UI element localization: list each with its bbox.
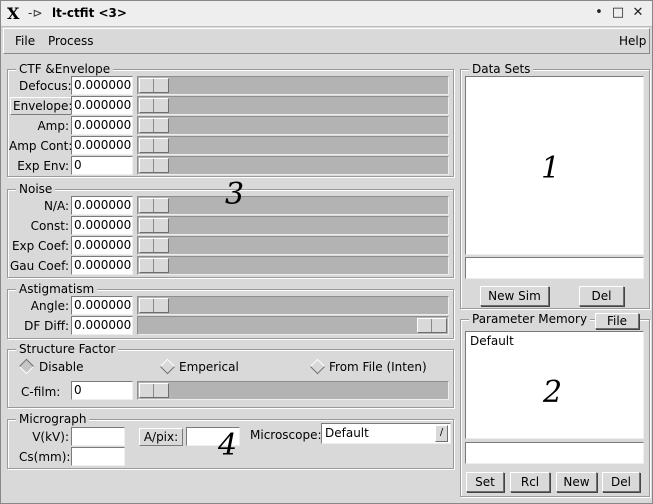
envelope-button[interactable]: Envelope: — [10, 97, 76, 115]
na-label: N/A: — [43, 199, 69, 213]
defocus-label: Defocus: — [19, 79, 72, 93]
microscope-value: Default — [325, 426, 369, 440]
menu-file[interactable]: File — [15, 34, 35, 48]
exp-coef-label: Exp Coef: — [11, 239, 69, 253]
x-app-icon[interactable]: X — [7, 4, 19, 23]
gau-coef-slider[interactable] — [137, 256, 449, 275]
amp-field[interactable]: 0.000000 — [71, 116, 133, 135]
memory-new-button[interactable]: New — [556, 472, 597, 492]
new-sim-button[interactable]: New Sim — [480, 286, 549, 306]
gau-coef-field[interactable]: 0.000000 — [71, 256, 133, 275]
slider-thumb[interactable] — [139, 98, 169, 113]
slider-thumb[interactable] — [139, 218, 169, 233]
close-icon[interactable]: ✕ — [630, 5, 646, 21]
app-window: X -⊳ lt-ctfit <3> • □ ✕ File Process Hel… — [0, 0, 653, 504]
parameter-memory-title: Parameter Memory — [469, 312, 591, 326]
slider-thumb[interactable] — [417, 318, 447, 333]
rcl-button[interactable]: Rcl — [510, 472, 550, 492]
defocus-field[interactable]: 0.000000 — [71, 76, 133, 95]
amp-slider[interactable] — [137, 116, 449, 135]
set-button[interactable]: Set — [466, 472, 504, 492]
microscope-combo[interactable]: Default / — [321, 423, 451, 444]
defocus-slider[interactable] — [137, 76, 449, 95]
slider-thumb[interactable] — [139, 298, 169, 313]
maximize-icon[interactable]: □ — [610, 5, 626, 21]
noise-group-title: Noise — [16, 182, 56, 196]
ctf-group-title: CTF &Envelope — [16, 62, 114, 76]
micrograph-group-title: Micrograph — [16, 412, 90, 426]
exp-coef-field[interactable]: 0.000000 — [71, 236, 133, 255]
na-field[interactable]: 0.000000 — [71, 196, 133, 215]
annotation-1: 1 — [541, 151, 561, 186]
menu-help[interactable]: Help — [619, 34, 646, 48]
menu-bar: File Process Help — [3, 28, 650, 54]
structure-group-title: Structure Factor — [16, 342, 119, 356]
df-diff-slider[interactable] — [137, 316, 449, 335]
data-sets-entry[interactable] — [465, 257, 644, 279]
cs-field[interactable] — [71, 447, 125, 466]
exp-env-label: Exp Env: — [17, 159, 69, 173]
amp-cont-label: Amp Cont: — [9, 139, 73, 153]
slider-thumb[interactable] — [139, 138, 169, 153]
data-sets-del-button[interactable]: Del — [579, 286, 624, 306]
parameter-memory-entry[interactable] — [465, 442, 644, 464]
annotation-3: 3 — [225, 177, 245, 212]
memory-file-button[interactable]: File — [595, 313, 639, 329]
exp-env-slider[interactable] — [137, 156, 449, 175]
slider-thumb[interactable] — [139, 78, 169, 93]
exp-env-field[interactable]: 0 — [71, 156, 133, 175]
data-sets-title: Data Sets — [469, 62, 534, 76]
apix-button[interactable]: A/pix: — [139, 428, 183, 446]
menu-process[interactable]: Process — [48, 34, 94, 48]
annotation-2: 2 — [543, 375, 563, 410]
kv-field[interactable] — [71, 427, 125, 446]
slider-thumb[interactable] — [139, 158, 169, 173]
title-bar[interactable]: X -⊳ lt-ctfit <3> • □ ✕ — [1, 1, 652, 27]
angle-slider[interactable] — [137, 296, 449, 315]
gau-coef-label: Gau Coef: — [9, 259, 69, 273]
amp-cont-slider[interactable] — [137, 136, 449, 155]
kv-label: V(kV): — [32, 430, 69, 444]
amp-label: Amp: — [37, 119, 69, 133]
slider-thumb[interactable] — [139, 198, 169, 213]
cfilm-label: C-film: — [21, 385, 61, 399]
annotation-4: 4 — [218, 428, 238, 463]
slider-thumb[interactable] — [139, 118, 169, 133]
memory-del-button[interactable]: Del — [602, 472, 640, 492]
angle-label: Angle: — [30, 299, 69, 313]
na-slider[interactable] — [137, 196, 449, 215]
const-field[interactable]: 0.000000 — [71, 216, 133, 235]
from-file-radio-label[interactable]: From File (Inten) — [329, 360, 427, 374]
astig-group-title: Astigmatism — [16, 282, 98, 296]
exp-coef-slider[interactable] — [137, 236, 449, 255]
window-title: lt-ctfit <3> — [52, 6, 127, 20]
disable-radio-label[interactable]: Disable — [39, 360, 84, 374]
combo-arrow-icon[interactable]: / — [435, 425, 448, 442]
slider-thumb[interactable] — [139, 383, 169, 398]
pin-icon[interactable]: -⊳ — [28, 6, 42, 20]
shade-icon[interactable]: • — [591, 5, 607, 21]
microscope-label: Microscope: — [250, 428, 322, 442]
emperical-radio-label[interactable]: Emperical — [179, 360, 239, 374]
list-item[interactable]: Default — [466, 332, 643, 350]
df-diff-label: DF Diff: — [24, 319, 69, 333]
const-label: Const: — [30, 219, 69, 233]
slider-thumb[interactable] — [139, 238, 169, 253]
slider-thumb[interactable] — [139, 258, 169, 273]
angle-field[interactable]: 0.000000 — [71, 296, 133, 315]
const-slider[interactable] — [137, 216, 449, 235]
envelope-field[interactable]: 0.000000 — [71, 96, 133, 115]
cs-label: Cs(mm): — [19, 450, 71, 464]
amp-cont-field[interactable]: 0.000000 — [71, 136, 133, 155]
df-diff-field[interactable]: 0.000000 — [71, 316, 133, 335]
cfilm-field[interactable]: 0 — [71, 381, 133, 400]
cfilm-slider[interactable] — [137, 381, 449, 400]
envelope-slider[interactable] — [137, 96, 449, 115]
